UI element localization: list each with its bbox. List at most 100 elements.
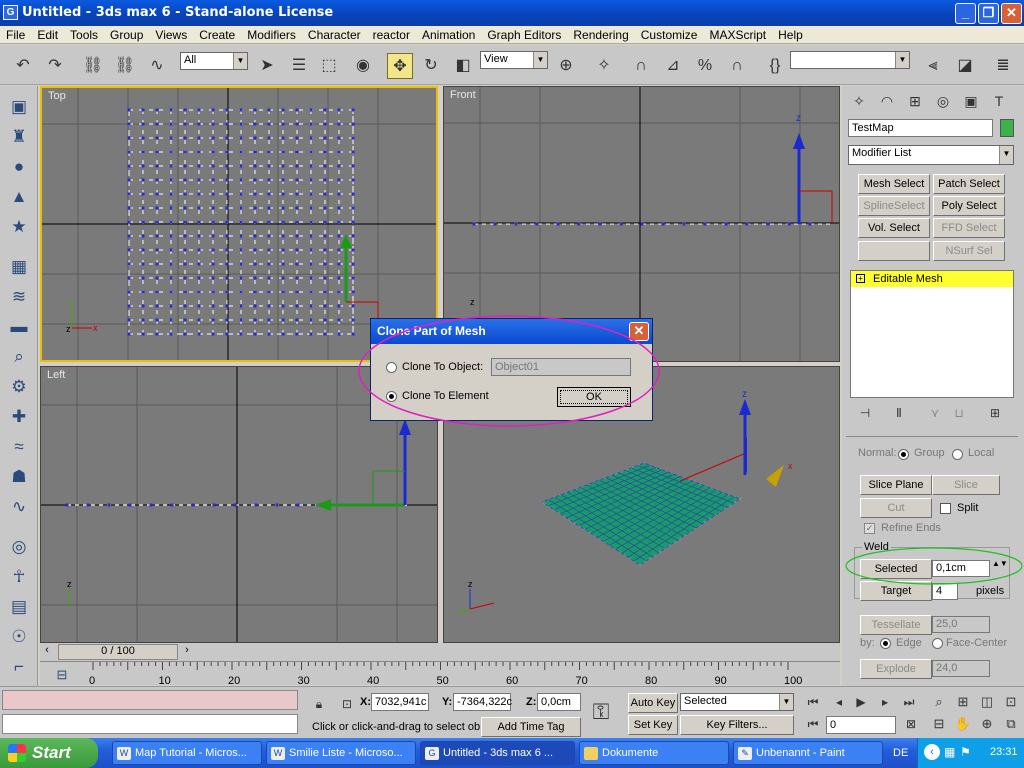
pin-stack-icon[interactable]: ⊣ — [852, 400, 878, 426]
snaps-toggle-icon[interactable]: ∩ — [628, 53, 654, 79]
time-config-icon[interactable]: ⊠ — [898, 711, 924, 737]
layer-manager-icon[interactable]: ≣ — [990, 53, 1016, 79]
reference-coordinate-dropdown[interactable]: View ▼ — [480, 51, 548, 69]
box-icon[interactable]: ▣ — [5, 94, 33, 120]
key-mode-dropdown[interactable]: Selected ▼ — [680, 693, 794, 711]
menu-tools[interactable]: Tools — [64, 26, 104, 42]
menu-graph-editors[interactable]: Graph Editors — [481, 26, 567, 42]
star-icon[interactable]: ★ — [5, 214, 33, 240]
show-end-result-icon[interactable]: Ⅱ — [886, 400, 912, 426]
waves-icon[interactable]: ∿ — [5, 494, 33, 520]
boot-icon[interactable]: ⌐ — [5, 654, 33, 680]
key-filters-button[interactable]: Key Filters... — [680, 715, 794, 735]
auto-key-button[interactable]: Auto Key — [628, 693, 678, 713]
explode-button[interactable]: Explode — [860, 659, 932, 679]
edge-radio[interactable] — [880, 638, 891, 649]
disk-stack-icon[interactable]: ≋ — [5, 284, 33, 310]
task-paint[interactable]: ✎ Unbenannt - Paint — [733, 741, 883, 765]
track-bar[interactable]: 0 10 20 30 40 50 60 70 80 90 100 — [40, 661, 840, 687]
pan-icon[interactable]: ✋ — [950, 711, 976, 737]
time-slider-thumb[interactable]: 0 / 100 — [58, 644, 178, 660]
z-coordinate-field[interactable]: 0,0cm — [537, 693, 581, 711]
next-frame-button-icon[interactable]: ▸ — [872, 689, 898, 715]
figure-icon[interactable]: ☥ — [5, 564, 33, 590]
select-and-scale-icon[interactable]: ◧ — [450, 53, 476, 79]
menu-customize[interactable]: Customize — [635, 26, 704, 42]
ring-icon[interactable]: ◎ — [5, 534, 33, 560]
tube-icon[interactable]: ▬ — [5, 314, 33, 340]
wand-icon[interactable]: ⌕ — [5, 344, 33, 370]
link-icon[interactable]: ⛓ — [80, 53, 106, 79]
spinner-snap-icon[interactable]: ∩ — [724, 53, 750, 79]
create-tab-icon[interactable]: ✧ — [846, 88, 872, 114]
select-and-rotate-icon[interactable]: ↻ — [418, 53, 444, 79]
language-indicator[interactable]: DE — [893, 747, 908, 759]
app-icon[interactable]: G — [3, 5, 18, 20]
refine-ends-checkbox[interactable]: ✓ — [864, 523, 875, 534]
undo-icon[interactable]: ↶ — [10, 53, 36, 79]
display-tab-icon[interactable]: ▣ — [958, 88, 984, 114]
render-icon[interactable]: ☉ — [5, 624, 33, 650]
redo-icon[interactable]: ↷ — [42, 53, 68, 79]
task-smilie-liste[interactable]: W Smilie Liste - Microso... — [266, 741, 416, 765]
expand-icon[interactable]: + — [856, 274, 865, 283]
network-icon[interactable]: ▦ — [944, 745, 955, 759]
key-mode-toggle-icon[interactable]: ⏮ — [800, 711, 826, 737]
task-3ds-max[interactable]: G Untitled - 3ds max 6 ... — [420, 741, 575, 765]
gear-icon[interactable]: ⚙ — [5, 374, 33, 400]
local-radio[interactable] — [952, 449, 963, 460]
select-by-name-icon[interactable]: ☰ — [286, 53, 312, 79]
menu-rendering[interactable]: Rendering — [567, 26, 634, 42]
tessellate-spinner[interactable]: 25,0 — [932, 616, 990, 633]
menu-animation[interactable]: Animation — [416, 26, 481, 42]
absolute-mode-icon[interactable]: ⊡ — [334, 691, 360, 717]
add-time-tag-button[interactable]: Add Time Tag — [481, 717, 581, 737]
checker-icon[interactable]: ▦ — [5, 254, 33, 280]
hierarchy-tab-icon[interactable]: ⊞ — [902, 88, 928, 114]
pivot-point-icon[interactable]: ⊕ — [553, 53, 579, 79]
current-frame-field[interactable]: 0 — [826, 716, 896, 734]
nsurf-sel-button[interactable]: NSurf Sel — [933, 241, 1005, 261]
cut-button[interactable]: Cut — [860, 498, 932, 518]
wind-icon[interactable]: ≈ — [5, 434, 33, 460]
next-frame-icon[interactable]: › — [180, 644, 194, 660]
selection-filter-dropdown[interactable]: All ▼ — [180, 52, 248, 70]
set-key-button[interactable]: Set Key — [628, 715, 678, 735]
maxscript-listener[interactable] — [2, 690, 298, 710]
mirror-icon[interactable]: ⫷ — [920, 53, 946, 79]
spline-select-button[interactable]: SplineSelect — [858, 196, 930, 216]
key-icon[interactable]: ⚿ — [588, 699, 614, 725]
vol-select-button[interactable]: Vol. Select — [858, 218, 930, 238]
minimize-button[interactable]: _ — [955, 3, 976, 24]
percent-snap-icon[interactable]: % — [692, 53, 718, 79]
y-coordinate-field[interactable]: -7364,322c — [453, 693, 512, 711]
modifier-list-dropdown[interactable]: Modifier List ▼ — [848, 145, 1014, 165]
slice-button[interactable]: Slice — [932, 475, 1000, 495]
patch-select-button[interactable]: Patch Select — [933, 174, 1005, 194]
cone-icon[interactable]: ▲ — [5, 184, 33, 210]
remove-modifier-icon[interactable]: ⊔ — [946, 400, 972, 426]
bones-icon[interactable]: ☗ — [5, 464, 33, 490]
manipulate-icon[interactable]: ✧ — [591, 53, 617, 79]
utilities-tab-icon[interactable]: T — [986, 88, 1012, 114]
pin-icon[interactable]: ✚ — [5, 404, 33, 430]
motion-tab-icon[interactable]: ◎ — [930, 88, 956, 114]
sphere-icon[interactable]: ● — [5, 154, 33, 180]
lock-icon[interactable]: 🔒︎ — [306, 691, 332, 717]
align-icon[interactable]: ◪ — [952, 53, 978, 79]
tessellate-button[interactable]: Tessellate — [860, 615, 932, 635]
rectangular-selection-icon[interactable]: ⬚ — [316, 53, 342, 79]
region-zoom-icon[interactable]: ⊟ — [926, 711, 952, 737]
explode-spinner[interactable]: 24,0 — [932, 660, 990, 677]
menu-help[interactable]: Help — [772, 26, 809, 42]
x-coordinate-field[interactable]: 7032,941c — [371, 693, 429, 711]
menu-maxscript[interactable]: MAXScript — [703, 26, 772, 42]
object-name-input[interactable]: TestMap — [848, 119, 993, 137]
bind-space-warp-icon[interactable]: ∿ — [144, 53, 170, 79]
shirt-icon[interactable]: ♜ — [5, 124, 33, 150]
time-slider[interactable]: ‹ 0 / 100 › — [40, 643, 840, 661]
angle-snap-icon[interactable]: ⊿ — [660, 53, 686, 79]
split-checkbox[interactable] — [940, 503, 951, 514]
prev-frame-icon[interactable]: ‹ — [40, 644, 54, 660]
menu-group[interactable]: Group — [104, 26, 149, 42]
